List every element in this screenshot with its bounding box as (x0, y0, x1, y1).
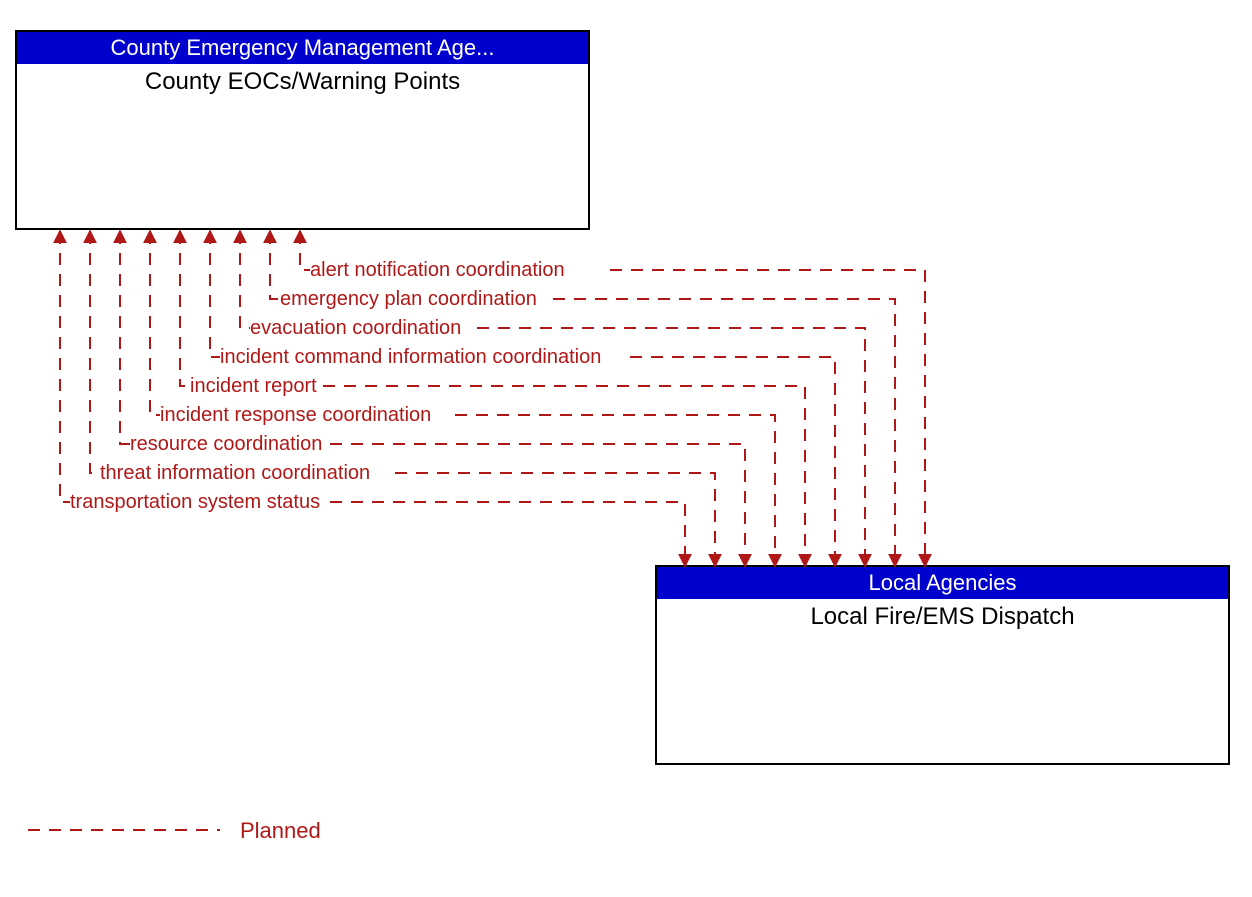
flow-label: incident report (190, 375, 317, 398)
flow-line (395, 473, 715, 565)
top-entity-body: County EOCs/Warning Points (17, 64, 588, 100)
flow-line (553, 299, 895, 565)
bottom-entity-body: Local Fire/EMS Dispatch (657, 599, 1228, 635)
flow-label: threat information coordination (100, 462, 370, 485)
top-entity-header: County Emergency Management Age... (17, 32, 588, 64)
flow-line (270, 232, 280, 299)
bottom-entity-box: Local Agencies Local Fire/EMS Dispatch (655, 565, 1230, 765)
flow-line (240, 232, 250, 328)
flow-line (210, 232, 220, 357)
flow-label: transportation system status (70, 491, 320, 514)
flow-label: evacuation coordination (250, 317, 461, 340)
flow-label: incident response coordination (160, 404, 431, 427)
bottom-entity-header: Local Agencies (657, 567, 1228, 599)
flow-label: alert notification coordination (310, 259, 565, 282)
flow-line (60, 232, 70, 502)
flow-line (330, 444, 745, 565)
flow-line (630, 357, 835, 565)
legend-planned-label: Planned (240, 818, 321, 844)
flow-line (120, 232, 130, 444)
flow-label: resource coordination (130, 433, 322, 456)
flow-line (90, 232, 100, 473)
flow-line (180, 232, 190, 386)
flow-label: emergency plan coordination (280, 288, 537, 311)
flow-line (455, 415, 775, 565)
flow-line (330, 502, 685, 565)
flow-line (150, 232, 160, 415)
flow-line (610, 270, 925, 565)
flow-label: incident command information coordinatio… (220, 346, 601, 369)
top-entity-box: County Emergency Management Age... Count… (15, 30, 590, 230)
flow-line (300, 232, 310, 270)
